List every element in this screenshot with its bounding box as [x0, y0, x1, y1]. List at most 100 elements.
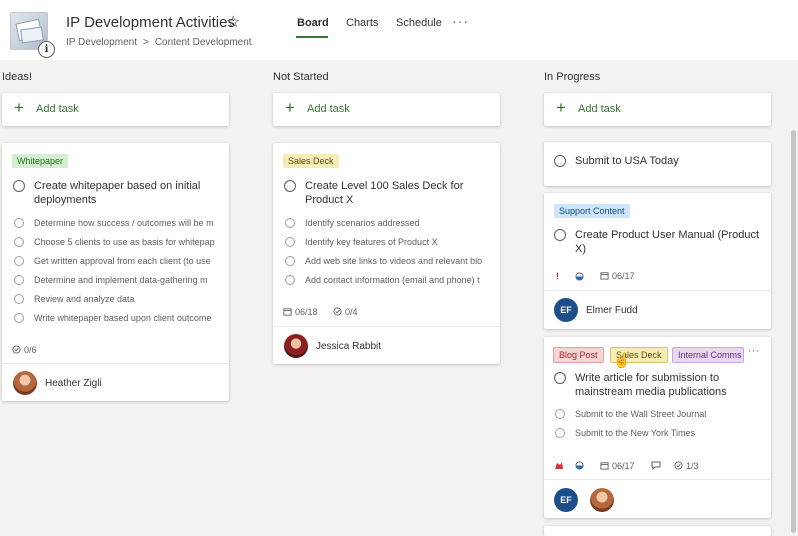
radio-circle-icon[interactable]	[285, 256, 295, 266]
radio-circle-icon[interactable]	[14, 294, 24, 304]
progress-check-icon	[333, 307, 342, 316]
tab-board[interactable]: Board	[297, 17, 329, 29]
task-card[interactable]: Submit to USA Today	[544, 142, 771, 186]
favorite-star-icon[interactable]: ☆	[226, 12, 240, 32]
label-chip: Sales Deck	[283, 154, 339, 168]
radio-circle-icon[interactable]	[14, 237, 24, 247]
radio-circle-icon[interactable]	[14, 313, 24, 323]
due-date-text: 06/17	[612, 461, 635, 471]
task-card[interactable]: Sales Deck Create Level 100 Sales Deck f…	[273, 143, 500, 364]
add-task-label: Add task	[36, 103, 79, 115]
add-task-button[interactable]: + Add task	[273, 93, 500, 126]
plus-icon: +	[285, 98, 295, 117]
task-title[interactable]: Write article for submission to mainstre…	[575, 371, 760, 399]
add-task-label: Add task	[578, 103, 621, 115]
checklist-item[interactable]: Write whitepaper based upon client outco…	[34, 313, 222, 323]
task-card[interactable]	[544, 526, 771, 536]
assignee-name[interactable]: Elmer Fudd	[586, 305, 638, 316]
card-divider	[273, 326, 500, 327]
due-date: 06/17	[600, 271, 635, 281]
breadcrumb: IP Development > Content Development	[66, 37, 252, 48]
checklist-item[interactable]: Get written approval from each client (t…	[34, 256, 222, 266]
assignee-name[interactable]: Jessica Rabbit	[316, 341, 381, 352]
plus-icon: +	[556, 98, 566, 117]
progress-half-icon	[575, 272, 584, 281]
task-title[interactable]: Submit to USA Today	[575, 154, 760, 168]
column-title-not-started[interactable]: Not Started	[273, 71, 329, 83]
radio-circle-icon[interactable]	[555, 428, 565, 438]
checklist-progress: 0/4	[333, 307, 358, 317]
progress-check-icon	[674, 461, 683, 470]
info-icon[interactable]: i	[38, 41, 55, 58]
card-divider	[544, 479, 771, 480]
task-card[interactable]: Blog Post Sales Deck Internal Comms ··· …	[544, 337, 771, 518]
calendar-icon	[600, 272, 609, 280]
checklist-progress-text: 0/6	[24, 345, 37, 355]
tab-charts[interactable]: Charts	[346, 17, 378, 29]
checklist-item[interactable]: Determine and implement data-gathering m	[34, 275, 222, 285]
radio-circle-icon[interactable]	[14, 275, 24, 285]
radio-circle-icon[interactable]	[14, 218, 24, 228]
task-card[interactable]: Whitepaper Create whitepaper based on in…	[2, 143, 229, 401]
task-card[interactable]: Support Content Create Product User Manu…	[544, 193, 771, 329]
progress-half-icon	[575, 461, 584, 470]
checklist-item[interactable]: Review and analyze data	[34, 294, 222, 304]
more-icon[interactable]: ···	[748, 345, 759, 357]
card-divider	[544, 290, 771, 291]
avatar[interactable]	[590, 488, 614, 512]
due-date-text: 06/18	[295, 307, 318, 317]
task-title[interactable]: Create Product User Manual (Product X)	[575, 228, 763, 256]
card-divider	[2, 363, 229, 364]
avatar[interactable]	[13, 371, 37, 395]
calendar-icon	[600, 462, 609, 470]
avatar[interactable]	[284, 334, 308, 358]
breadcrumb-item[interactable]: IP Development	[66, 37, 137, 48]
radio-circle-icon[interactable]	[285, 218, 295, 228]
radio-circle-icon[interactable]	[285, 275, 295, 285]
more-icon[interactable]: ···	[452, 13, 469, 29]
checklist-item[interactable]: Add contact information (email and phone…	[305, 275, 493, 285]
checklist-progress-text: 1/3	[686, 461, 699, 471]
task-title[interactable]: Create whitepaper based on initial deplo…	[34, 179, 219, 207]
label-chip: Whitepaper	[12, 154, 69, 168]
radio-circle-icon[interactable]	[554, 229, 566, 241]
checklist-item[interactable]: Add web site links to videos and relevan…	[305, 256, 493, 266]
assignee-name[interactable]: Heather Zigli	[45, 378, 102, 389]
cursor-icon: ☝	[613, 352, 631, 368]
radio-circle-icon[interactable]	[555, 409, 565, 419]
due-date: 06/18	[283, 307, 318, 317]
radio-circle-icon[interactable]	[554, 155, 566, 167]
radio-circle-icon[interactable]	[13, 180, 25, 192]
add-task-button[interactable]: + Add task	[2, 93, 229, 126]
checklist-item[interactable]: Choose 5 clients to use as basis for whi…	[34, 237, 222, 247]
column-title-in-progress[interactable]: In Progress	[544, 71, 600, 83]
comment-icon	[651, 461, 661, 470]
calendar-icon	[283, 308, 292, 316]
label-chip: Internal Comms	[672, 347, 744, 363]
checklist-item[interactable]: Identify scenarios addressed	[305, 218, 493, 228]
plus-icon: +	[14, 98, 24, 117]
checklist-item[interactable]: Submit to the Wall Street Journal	[575, 409, 763, 419]
tab-schedule[interactable]: Schedule	[396, 17, 442, 29]
add-task-button[interactable]: + Add task	[544, 93, 771, 126]
label-chip: Support Content	[554, 204, 630, 218]
radio-circle-icon[interactable]	[285, 237, 295, 247]
plan-title: IP Development Activities	[66, 14, 235, 31]
column-title-ideas[interactable]: Ideas!	[2, 71, 32, 83]
radio-circle-icon[interactable]	[554, 372, 566, 384]
checklist-item[interactable]: Identify key features of Product X	[305, 237, 493, 247]
radio-circle-icon[interactable]	[284, 180, 296, 192]
radio-circle-icon[interactable]	[14, 256, 24, 266]
breadcrumb-separator: >	[142, 37, 149, 48]
progress-check-icon	[12, 345, 21, 354]
urgent-icon	[555, 462, 563, 469]
vertical-scrollbar[interactable]	[791, 130, 796, 533]
checklist-progress: 1/3	[674, 461, 699, 471]
breadcrumb-item[interactable]: Content Development	[155, 37, 252, 48]
checklist-item[interactable]: Submit to the New York Times	[575, 428, 763, 438]
avatar[interactable]: EF	[554, 488, 578, 512]
task-title[interactable]: Create Level 100 Sales Deck for Product …	[305, 179, 490, 207]
avatar[interactable]: EF	[554, 298, 578, 322]
checklist-item[interactable]: Determine how success / outcomes will be…	[34, 218, 222, 228]
add-task-label: Add task	[307, 103, 350, 115]
